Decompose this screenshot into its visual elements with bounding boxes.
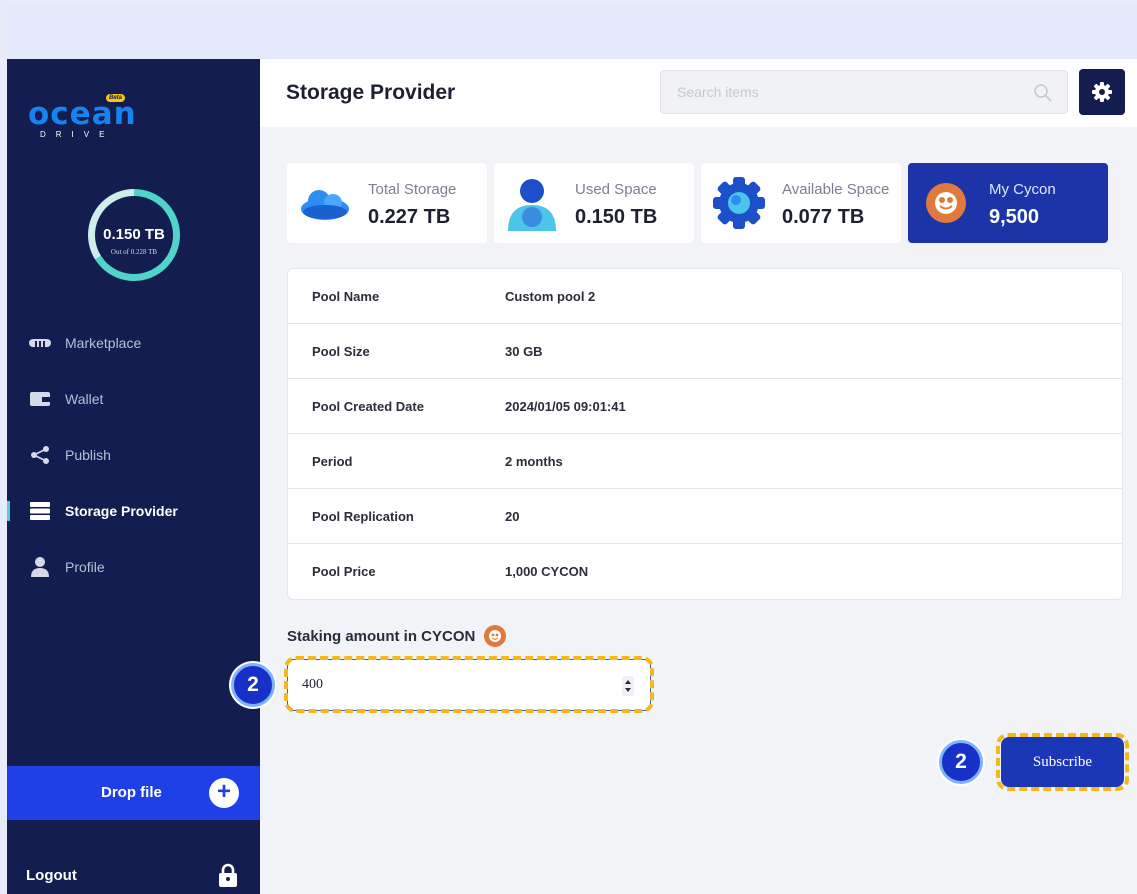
- pool-details-table: Pool Name Custom pool 2 Pool Size 30 GB …: [287, 268, 1123, 600]
- sidebar-item-storage-provider[interactable]: Storage Provider: [7, 483, 260, 539]
- marketplace-icon: [29, 333, 51, 353]
- row-key: Pool Size: [312, 343, 370, 359]
- row-key: Pool Replication: [312, 508, 414, 524]
- sidebar-item-label: Marketplace: [65, 335, 142, 351]
- sidebar-item-profile[interactable]: Profile: [7, 539, 260, 595]
- logout-button[interactable]: Logout: [26, 867, 77, 884]
- sidebar-item-label: Storage Provider: [65, 503, 178, 519]
- drop-file-label: Drop file: [101, 784, 162, 801]
- row-value: 2 months: [505, 453, 563, 469]
- step-badge: 2: [939, 740, 983, 784]
- logo-subtitle: DRIVE: [40, 130, 115, 139]
- gear-globe-icon: [713, 177, 765, 229]
- sidebar-item-label: Publish: [65, 447, 111, 463]
- sidebar-item-wallet[interactable]: Wallet: [7, 371, 260, 427]
- table-row: Pool Created Date 2024/01/05 09:01:41: [288, 379, 1122, 434]
- top-band: [7, 3, 1137, 59]
- cycon-coin-icon: [926, 183, 966, 223]
- table-row: Pool Replication 20: [288, 489, 1122, 544]
- row-value: 30 GB: [505, 343, 543, 359]
- table-row: Period 2 months: [288, 434, 1122, 489]
- card-my-cycon: My Cycon 9,500: [908, 163, 1108, 243]
- main-content: Storage Provider Search items Total Stor…: [231, 59, 1137, 894]
- card-title: Available Space: [782, 181, 890, 198]
- row-value: 2024/01/05 09:01:41: [505, 398, 626, 414]
- card-title: Total Storage: [368, 181, 457, 198]
- card-value: 0.077 TB: [782, 206, 865, 228]
- card-used-space: Used Space 0.150 TB: [494, 163, 694, 243]
- step-badge: 2: [231, 663, 275, 707]
- lock-icon[interactable]: [218, 863, 238, 887]
- sidebar-item-label: Wallet: [65, 391, 104, 407]
- card-value: 9,500: [989, 206, 1040, 228]
- table-row: Pool Size 30 GB: [288, 324, 1122, 379]
- sidebar-nav: Marketplace Wallet Publish Storage Provi…: [7, 315, 260, 595]
- highlight-outline: [284, 656, 654, 713]
- sidebar-item-label: Profile: [65, 559, 105, 575]
- highlight-outline: [996, 733, 1129, 791]
- row-value: 20: [505, 508, 520, 524]
- staking-label: Staking amount in CYCON: [287, 628, 476, 645]
- storage-used-value: 0.150 TB: [103, 226, 165, 243]
- search-input[interactable]: Search items: [660, 70, 1068, 114]
- user-icon: [29, 557, 51, 577]
- storage-usage-ring: 0.150 TB Out of 0.228 TB: [88, 189, 180, 281]
- plus-icon[interactable]: +: [209, 778, 239, 808]
- row-key: Pool Created Date: [312, 398, 424, 414]
- wallet-icon: [29, 389, 51, 409]
- card-value: 0.150 TB: [575, 206, 658, 228]
- storage-total-caption: Out of 0.228 TB: [110, 248, 158, 256]
- sidebar: ocean Beta DRIVE 0.150 TB Out of 0.228 T…: [7, 59, 260, 894]
- page-title: Storage Provider: [286, 81, 456, 104]
- row-value: Custom pool 2: [505, 288, 596, 304]
- card-title: Used Space: [575, 181, 657, 198]
- row-key: Pool Name: [312, 288, 380, 304]
- card-total-storage: Total Storage 0.227 TB: [287, 163, 487, 243]
- card-available-space: Available Space 0.077 TB: [701, 163, 901, 243]
- page-header: Storage Provider Search items: [260, 59, 1137, 127]
- search-placeholder: Search items: [677, 84, 759, 100]
- sidebar-item-marketplace[interactable]: Marketplace: [7, 315, 260, 371]
- cycon-coin-icon: [484, 625, 506, 647]
- settings-button[interactable]: [1079, 69, 1125, 115]
- table-row: Pool Price 1,000 CYCON: [288, 544, 1122, 599]
- sidebar-item-publish[interactable]: Publish: [7, 427, 260, 483]
- gear-icon: [1092, 82, 1112, 102]
- card-title: My Cycon: [989, 181, 1056, 198]
- row-key: Pool Price: [312, 564, 376, 579]
- cloud-icon: [301, 190, 349, 220]
- table-row: Pool Name Custom pool 2: [288, 269, 1122, 324]
- beta-badge: Beta: [106, 94, 126, 102]
- card-value: 0.227 TB: [368, 206, 451, 228]
- user-globe-icon: [508, 179, 556, 231]
- drop-file-button[interactable]: Drop file +: [7, 766, 260, 820]
- server-icon: [29, 501, 51, 521]
- share-icon: [29, 445, 51, 465]
- search-icon[interactable]: [1033, 83, 1053, 103]
- row-value: 1,000 CYCON: [505, 564, 589, 579]
- row-key: Period: [312, 453, 353, 469]
- app-logo[interactable]: ocean Beta DRIVE: [28, 92, 138, 144]
